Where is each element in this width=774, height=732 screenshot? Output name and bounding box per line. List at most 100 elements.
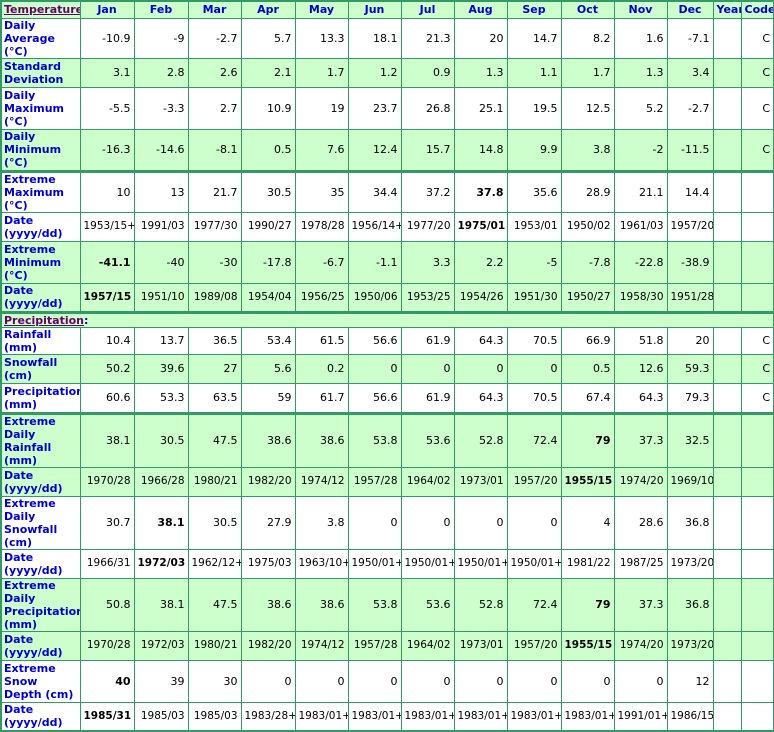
- value-cell: 38.6: [240, 577, 296, 632]
- value-cell: 72.4: [506, 411, 562, 468]
- value-cell: 1972/03: [133, 630, 189, 661]
- value-cell: 0: [347, 353, 402, 384]
- value-cell: -11.5: [666, 128, 714, 172]
- value-cell: 79.3: [666, 382, 714, 414]
- value-cell: -41.1: [79, 240, 135, 284]
- code-cell: [740, 630, 774, 661]
- value-cell: 64.3: [613, 382, 668, 414]
- value-cell: 34.4: [347, 169, 402, 213]
- value-cell: 2.2: [453, 240, 508, 284]
- code-cell: C: [740, 17, 774, 59]
- value-cell: 70.5: [506, 382, 562, 414]
- code-cell: [740, 701, 774, 732]
- code-cell: [740, 495, 774, 550]
- value-cell: 12: [666, 659, 714, 703]
- year-cell: [712, 211, 742, 242]
- value-cell: 1985/31: [79, 701, 135, 732]
- value-cell: 30.5: [133, 411, 189, 468]
- value-cell: 5.2: [613, 86, 668, 130]
- row-label: Standard Deviation: [0, 57, 81, 88]
- value-cell: 30.5: [240, 169, 296, 213]
- value-cell: 9.9: [506, 128, 562, 172]
- value-cell: -2.7: [187, 17, 242, 59]
- value-cell: 1980/21: [187, 630, 242, 661]
- code-cell: [740, 548, 774, 579]
- table-row: Date (yyyy/dd) 1966/31 1972/03 1962/12+ 1975…: [0, 548, 774, 579]
- table-row: Date (yyyy/dd) 1957/15 1951/10 1989/08 1954/…: [0, 282, 774, 313]
- table-row: Daily Maximum (°C) -5.5 -3.3 2.7 10.9 19 23.7 2…: [0, 86, 774, 130]
- code-cell: C: [740, 326, 774, 355]
- table-row: Extreme Snow Depth (cm) 40 39 30 0 0 0 0 0 0 0 0 12: [0, 659, 774, 703]
- row-label: Extreme Minimum (°C): [0, 240, 81, 284]
- row-label: Date (yyyy/dd): [0, 701, 81, 732]
- value-cell: 1974/20: [613, 630, 668, 661]
- value-cell: 1966/31: [79, 548, 135, 579]
- value-cell: 0.9: [400, 57, 455, 88]
- table-row: Date (yyyy/dd) 1953/15+ 1991/03 1977/30 1990…: [0, 211, 774, 242]
- value-cell: 10.9: [240, 86, 296, 130]
- code-cell: [740, 211, 774, 242]
- value-cell: 53.4: [240, 326, 296, 355]
- row-label: Extreme Daily Rainfall (mm): [0, 411, 81, 468]
- value-cell: 1950/06: [347, 282, 402, 313]
- year-cell: [712, 382, 742, 414]
- value-cell: 63.5: [187, 382, 242, 414]
- value-cell: -6.7: [294, 240, 349, 284]
- value-cell: 30.7: [79, 495, 135, 550]
- value-cell: 1954/26: [453, 282, 508, 313]
- precipitation-section-header: Precipitation:: [0, 310, 774, 328]
- value-cell: 70.5: [506, 326, 562, 355]
- value-cell: 1989/08: [187, 282, 242, 313]
- value-cell: 1973/01: [453, 630, 508, 661]
- row-label: Daily Minimum (°C): [0, 128, 81, 172]
- temperature-section-link[interactable]: Temperature: [4, 3, 79, 16]
- value-cell: 1983/01+: [400, 701, 455, 732]
- value-cell: -1.1: [347, 240, 402, 284]
- column-header-feb: Feb: [133, 0, 189, 19]
- table-row: Extreme Maximum (°C) 10 13 21.7 30.5 35 34.4 37…: [0, 169, 774, 213]
- value-cell: 37.3: [613, 577, 668, 632]
- value-cell: -17.8: [240, 240, 296, 284]
- value-cell: 1978/28: [294, 211, 349, 242]
- value-cell: 1982/20: [240, 466, 296, 497]
- value-cell: 0.2: [294, 353, 349, 384]
- value-cell: 1983/01+: [560, 701, 615, 732]
- value-cell: 7.6: [294, 128, 349, 172]
- value-cell: 40: [79, 659, 135, 703]
- code-cell: C: [740, 382, 774, 414]
- value-cell: 1957/28: [347, 630, 402, 661]
- value-cell: 14.7: [506, 17, 562, 59]
- value-cell: 1974/20: [613, 466, 668, 497]
- value-cell: -10.9: [79, 17, 135, 59]
- value-cell: 1975/01: [453, 211, 508, 242]
- value-cell: -2.7: [666, 86, 714, 130]
- code-cell: [740, 466, 774, 497]
- value-cell: 0: [506, 659, 562, 703]
- value-cell: 1.1: [506, 57, 562, 88]
- value-cell: 1982/20: [240, 630, 296, 661]
- year-cell: [712, 57, 742, 88]
- value-cell: 1983/01+: [347, 701, 402, 732]
- value-cell: 1950/01+: [453, 548, 508, 579]
- value-cell: 79: [560, 411, 615, 468]
- value-cell: 64.3: [453, 382, 508, 414]
- value-cell: 0: [347, 495, 402, 550]
- value-cell: 1956/14+: [347, 211, 402, 242]
- value-cell: 67.4: [560, 382, 615, 414]
- value-cell: 1975/03: [240, 548, 296, 579]
- value-cell: 1957/20: [666, 211, 714, 242]
- value-cell: 10.4: [79, 326, 135, 355]
- value-cell: 13.7: [133, 326, 189, 355]
- value-cell: 1950/01+: [400, 548, 455, 579]
- value-cell: 56.6: [347, 382, 402, 414]
- value-cell: 1957/20: [506, 466, 562, 497]
- value-cell: -22.8: [613, 240, 668, 284]
- value-cell: 1986/15: [666, 701, 714, 732]
- precipitation-section-row: Precipitation:: [0, 310, 774, 328]
- year-cell: [712, 659, 742, 703]
- value-cell: 50.2: [79, 353, 135, 384]
- value-cell: 0: [453, 353, 508, 384]
- column-header-sep: Sep: [506, 0, 562, 19]
- climate-data-table: Temperature: JanFebMarAprMayJunJulAugSep…: [0, 0, 774, 732]
- precipitation-section-link[interactable]: Precipitation: [4, 315, 84, 326]
